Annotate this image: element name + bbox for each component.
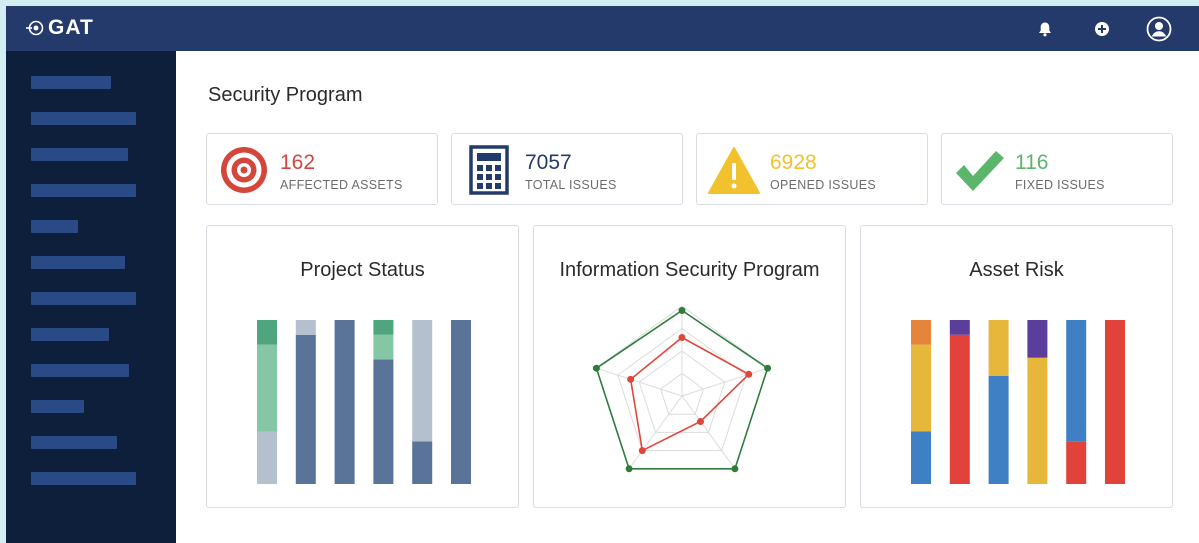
asset-risk-bar-5-segment-2 (1066, 441, 1087, 484)
radar-series-2-point-2 (745, 370, 753, 378)
radar-series-1-point-1 (678, 307, 686, 314)
sidebar-item-8[interactable] (31, 328, 109, 341)
add-circle-icon[interactable] (1089, 16, 1115, 42)
asset-risk-bar-4-segment-3 (1027, 357, 1048, 484)
asset-risk-chart (911, 320, 1125, 484)
target-icon (217, 143, 271, 197)
stat-value: 7057 (525, 151, 572, 174)
asset-risk-bar-3-segment-3 (988, 320, 1009, 376)
radar-axis-2 (681, 367, 768, 397)
project-status-bar-1-segment-3 (257, 344, 277, 432)
stat-card-opened-issues[interactable]: 6928 OPENED ISSUES (696, 133, 928, 205)
bell-icon[interactable] (1032, 16, 1058, 42)
sidebar-item-6[interactable] (31, 256, 125, 269)
stat-value: 116 (1015, 151, 1049, 174)
sidebar-item-12[interactable] (31, 472, 136, 485)
sidebar-item-4[interactable] (31, 184, 136, 197)
asset-risk-bar-1-segment-5 (911, 320, 931, 345)
asset-risk-bar-6-segment-2 (1105, 320, 1125, 484)
gat-logo[interactable]: GAT (26, 16, 94, 40)
logo-text: GAT (48, 16, 94, 39)
project-status-bar-4-segment-4 (373, 320, 394, 335)
user-avatar-icon[interactable] (1146, 16, 1172, 42)
asset-risk-bar-1-segment-1 (911, 431, 931, 484)
asset-risk-bar-1-segment-3 (911, 344, 931, 432)
page-title: Security Program (208, 84, 363, 106)
project-status-bar-4-segment-3 (373, 334, 394, 360)
app-window: GAT Security Program 162 AFFECTED ASSETS… (6, 6, 1199, 543)
warning-icon (707, 143, 761, 197)
radar-series-2-point-1 (678, 334, 686, 341)
asset-risk-bar-5-segment-4 (1066, 320, 1087, 442)
sidebar-item-1[interactable] (31, 76, 111, 89)
sidebar-item-5[interactable] (31, 220, 78, 233)
project-status-bar-5-segment-5 (412, 320, 433, 442)
asset-risk-bar-3-segment-1 (988, 375, 1009, 484)
sidebar-item-10[interactable] (31, 400, 84, 413)
sidebar-item-7[interactable] (31, 292, 136, 305)
project-status-bar-2-segment-5 (295, 320, 316, 335)
stat-label: TOTAL ISSUES (525, 178, 617, 192)
sidebar-item-11[interactable] (31, 436, 117, 449)
project-status-chart (257, 320, 471, 484)
asset-risk-bar-4-segment-6 (1027, 320, 1048, 358)
project-status-bar-1-segment-1 (257, 431, 277, 484)
checkmark-icon (952, 143, 1006, 197)
project-status-bar-3-segment-2 (334, 320, 355, 484)
stat-label: FIXED ISSUES (1015, 178, 1105, 192)
stat-label: OPENED ISSUES (770, 178, 877, 192)
logo-mark-icon (26, 20, 44, 36)
radar-series-2-point-3 (697, 417, 705, 425)
radar-series-2-line (629, 336, 751, 452)
stat-card-fixed-issues[interactable]: 116 FIXED ISSUES (941, 133, 1173, 205)
radar-series-1-point-5 (592, 364, 600, 372)
panel-project-status: Project Status (206, 225, 519, 508)
stat-value: 6928 (770, 151, 817, 174)
radar-series-2-point-5 (627, 375, 635, 383)
radar-series-1-point-4 (625, 465, 633, 473)
radar-series-1-point-3 (731, 465, 739, 473)
project-status-bar-1-segment-4 (257, 320, 277, 345)
calculator-icon (462, 143, 516, 197)
stat-label: AFFECTED ASSETS (280, 178, 403, 192)
panel-information-security-program: Information Security Program (533, 225, 846, 508)
project-status-bar-6-segment-2 (451, 320, 471, 484)
sidebar-item-3[interactable] (31, 148, 128, 161)
radar-series-2-point-4 (638, 447, 646, 455)
sidebar-item-9[interactable] (31, 364, 129, 377)
stat-card-total-issues[interactable]: 7057 TOTAL ISSUES (451, 133, 683, 205)
information-security-radar-chart (592, 305, 772, 473)
sidebar-item-2[interactable] (31, 112, 136, 125)
asset-risk-bar-2-segment-2 (949, 334, 970, 484)
panel-asset-risk: Asset Risk (860, 225, 1173, 508)
radar-series-1-point-2 (764, 364, 772, 372)
project-status-bar-2-segment-2 (295, 334, 316, 484)
stat-value: 162 (280, 151, 316, 174)
project-status-bar-4-segment-2 (373, 359, 394, 484)
asset-risk-bar-2-segment-6 (949, 320, 970, 335)
top-navigation-bar: GAT (6, 6, 1199, 51)
project-status-bar-5-segment-2 (412, 441, 433, 484)
stat-card-affected-assets[interactable]: 162 AFFECTED ASSETS (206, 133, 438, 205)
sidebar (6, 51, 176, 543)
